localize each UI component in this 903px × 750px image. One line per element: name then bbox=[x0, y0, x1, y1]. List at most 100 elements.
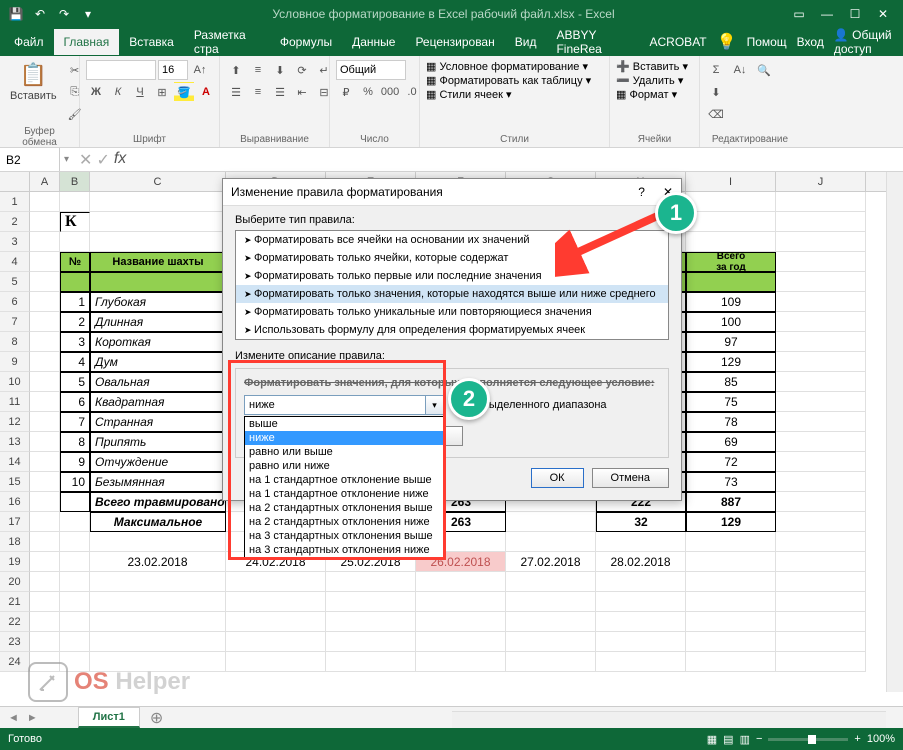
delete-cells-button[interactable]: ➖ Удалить ▾ bbox=[616, 74, 683, 87]
number-format-select[interactable] bbox=[336, 60, 406, 80]
cell[interactable]: 100 bbox=[686, 312, 776, 332]
cell[interactable] bbox=[326, 652, 416, 672]
cell[interactable] bbox=[776, 412, 866, 432]
rule-item[interactable]: Форматировать все ячейки на основании их… bbox=[236, 231, 668, 249]
tab-insert[interactable]: Вставка bbox=[119, 29, 184, 55]
cell[interactable] bbox=[30, 492, 60, 512]
cond-format-button[interactable]: ▦ Условное форматирование ▾ bbox=[426, 60, 588, 73]
undo-icon[interactable]: ↶ bbox=[32, 6, 48, 22]
row-header[interactable]: 10 bbox=[0, 372, 30, 392]
row-header[interactable]: 24 bbox=[0, 652, 30, 672]
cell[interactable] bbox=[596, 612, 686, 632]
view-break-icon[interactable]: ▥ bbox=[740, 733, 750, 746]
zoom-out-icon[interactable]: − bbox=[756, 733, 762, 745]
align-left-icon[interactable]: ☰ bbox=[226, 82, 246, 102]
cell[interactable] bbox=[90, 612, 226, 632]
row-header[interactable]: 18 bbox=[0, 532, 30, 552]
cell[interactable] bbox=[416, 652, 506, 672]
dropdown-item[interactable]: на 1 стандартное отклонение выше bbox=[245, 473, 443, 487]
insert-cells-button[interactable]: ➕ Вставить ▾ bbox=[616, 60, 688, 73]
cell[interactable]: 85 bbox=[686, 372, 776, 392]
cell[interactable]: Глубокая bbox=[90, 292, 226, 312]
cell[interactable]: Длинная bbox=[90, 312, 226, 332]
cell[interactable]: 75 bbox=[686, 392, 776, 412]
cell[interactable] bbox=[226, 652, 326, 672]
cell[interactable]: 129 bbox=[686, 512, 776, 532]
dropdown-item[interactable]: выше bbox=[245, 417, 443, 431]
condition-combo[interactable]: ниже ▾ вышенижеравно или вышеравно или н… bbox=[244, 395, 444, 415]
cell[interactable]: Короткая bbox=[90, 332, 226, 352]
cell[interactable] bbox=[30, 532, 60, 552]
rule-type-list[interactable]: Форматировать все ячейки на основании их… bbox=[235, 230, 669, 340]
tab-view[interactable]: Вид bbox=[505, 29, 547, 55]
dropdown-item[interactable]: на 3 стандартных отклонения выше bbox=[245, 529, 443, 543]
fill-color-icon[interactable]: 🪣 bbox=[174, 82, 194, 102]
cell[interactable] bbox=[596, 592, 686, 612]
align-right-icon[interactable]: ☰ bbox=[270, 82, 290, 102]
row-header[interactable]: 8 bbox=[0, 332, 30, 352]
cell[interactable] bbox=[226, 592, 326, 612]
cell[interactable] bbox=[90, 572, 226, 592]
format-cells-button[interactable]: ▦ Формат ▾ bbox=[616, 88, 677, 101]
cell[interactable] bbox=[60, 592, 90, 612]
row-header[interactable]: 9 bbox=[0, 352, 30, 372]
dropdown-item[interactable]: на 2 стандартных отклонения ниже bbox=[245, 515, 443, 529]
cell[interactable] bbox=[776, 552, 866, 572]
cancel-formula-icon[interactable]: ✕ bbox=[79, 150, 92, 170]
fx-icon[interactable]: fx bbox=[114, 150, 126, 170]
currency-icon[interactable]: ₽ bbox=[336, 82, 356, 102]
cancel-button[interactable]: Отмена bbox=[592, 468, 669, 488]
row-header[interactable]: 23 bbox=[0, 632, 30, 652]
cell[interactable] bbox=[416, 592, 506, 612]
cell[interactable] bbox=[60, 492, 90, 512]
cell[interactable] bbox=[90, 232, 226, 252]
cell[interactable]: 78 bbox=[686, 412, 776, 432]
fill-icon[interactable]: ⬇ bbox=[706, 82, 726, 102]
italic-button[interactable]: К bbox=[108, 82, 128, 102]
cell[interactable] bbox=[60, 232, 90, 252]
name-box[interactable]: B2 bbox=[0, 148, 60, 171]
cell[interactable]: 73 bbox=[686, 472, 776, 492]
cell[interactable] bbox=[776, 592, 866, 612]
cell[interactable]: 2 bbox=[60, 312, 90, 332]
cell[interactable] bbox=[326, 632, 416, 652]
cell[interactable] bbox=[506, 592, 596, 612]
row-header[interactable]: 13 bbox=[0, 432, 30, 452]
cell[interactable] bbox=[776, 292, 866, 312]
cell[interactable] bbox=[776, 472, 866, 492]
save-icon[interactable]: 💾 bbox=[8, 6, 24, 22]
align-top-icon[interactable]: ⬆ bbox=[226, 60, 246, 80]
row-header[interactable]: 11 bbox=[0, 392, 30, 412]
cell[interactable] bbox=[776, 652, 866, 672]
cell[interactable] bbox=[776, 192, 866, 212]
cell[interactable] bbox=[60, 612, 90, 632]
row-header[interactable]: 17 bbox=[0, 512, 30, 532]
col-header[interactable]: J bbox=[776, 172, 866, 191]
cell[interactable] bbox=[326, 572, 416, 592]
cell[interactable] bbox=[226, 612, 326, 632]
cell[interactable] bbox=[90, 532, 226, 552]
cell[interactable]: 97 bbox=[686, 332, 776, 352]
cell[interactable] bbox=[60, 192, 90, 212]
dialog-help-icon[interactable]: ? bbox=[638, 185, 645, 199]
cell[interactable] bbox=[776, 332, 866, 352]
font-family-select[interactable] bbox=[86, 60, 156, 80]
bold-button[interactable]: Ж bbox=[86, 82, 106, 102]
rule-item[interactable]: Форматировать только первые или последни… bbox=[236, 267, 668, 285]
cell[interactable] bbox=[30, 352, 60, 372]
cell[interactable] bbox=[30, 232, 60, 252]
cell[interactable] bbox=[30, 472, 60, 492]
cell[interactable] bbox=[686, 632, 776, 652]
tab-data[interactable]: Данные bbox=[342, 29, 405, 55]
close-icon[interactable]: ✕ bbox=[875, 6, 891, 22]
autosum-icon[interactable]: Σ bbox=[706, 60, 726, 80]
enter-formula-icon[interactable]: ✓ bbox=[96, 150, 109, 170]
cell[interactable] bbox=[60, 552, 90, 572]
cell[interactable] bbox=[30, 632, 60, 652]
cell[interactable] bbox=[90, 192, 226, 212]
cell[interactable] bbox=[686, 532, 776, 552]
cell[interactable] bbox=[686, 592, 776, 612]
cell[interactable]: № bbox=[60, 252, 90, 272]
row-header[interactable]: 22 bbox=[0, 612, 30, 632]
cell[interactable] bbox=[30, 272, 60, 292]
